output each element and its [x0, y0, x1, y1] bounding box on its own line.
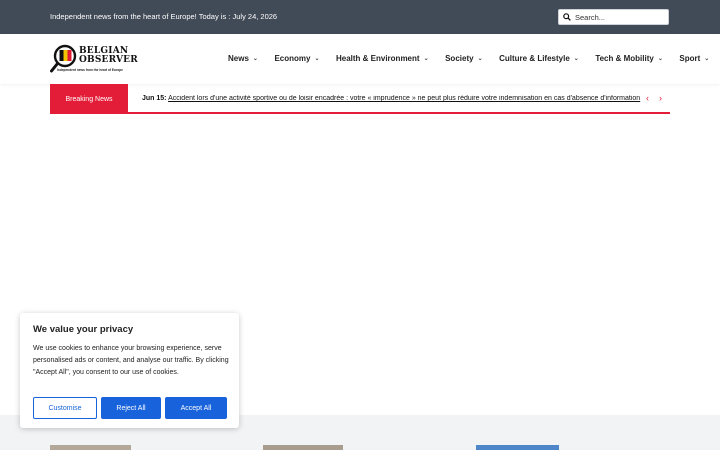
nav-item-news[interactable]: News ⌄ [228, 54, 258, 63]
chevron-down-icon: ⌄ [314, 56, 320, 62]
nav-item-label: Sport [679, 54, 701, 63]
logo-tagline: Independent news from the heart of Europ… [57, 68, 123, 72]
article-thumbnail[interactable] [263, 445, 343, 450]
search-box[interactable] [558, 9, 669, 25]
chevron-down-icon: ⌄ [704, 56, 710, 62]
nav-item-economy[interactable]: Economy ⌄ [274, 54, 319, 63]
top-bar: Independent news from the heart of Europ… [0, 0, 720, 34]
nav-item-health-environment[interactable]: Health & Environment ⌄ [336, 54, 429, 63]
breaking-news-label: Breaking News [50, 84, 128, 114]
site-logo[interactable]: BELGIAN OBSERVER Independent news from t… [50, 44, 138, 76]
cookie-text: We use cookies to enhance your browsing … [33, 345, 229, 376]
nav-item-society[interactable]: Society ⌄ [445, 54, 483, 63]
search-input[interactable] [575, 11, 665, 23]
nav-item-tech-mobility[interactable]: Tech & Mobility ⌄ [595, 54, 663, 63]
chevron-down-icon: ⌄ [423, 56, 429, 62]
news-ticker: Jun 15: Accident lors d'une activité spo… [142, 95, 642, 105]
chevron-down-icon: ⌄ [477, 56, 483, 62]
article-thumbnail[interactable] [50, 445, 131, 450]
nav-item-label: Health & Environment [335, 54, 420, 63]
search-icon[interactable] [563, 13, 571, 21]
logo-line-2: OBSERVER [79, 55, 138, 65]
chevron-down-icon: ⌄ [573, 56, 579, 62]
main-nav: News ⌄ Economy ⌄ Health & Environment ⌄ Soc… [228, 54, 720, 63]
cookie-consent-banner: We value your privacy We use cookies to … [20, 313, 239, 428]
chevron-down-icon: ⌄ [657, 56, 663, 62]
nav-item-label: Society [445, 54, 474, 63]
accept-all-button[interactable]: Accept All [165, 397, 227, 419]
chevron-left-icon[interactable]: ‹ [646, 93, 649, 103]
ticker-date: Jun 15: [142, 95, 167, 102]
nav-item-label: Culture & Lifestyle [499, 54, 570, 63]
nav-item-label: News [228, 54, 249, 63]
reject-all-button[interactable]: Reject All [101, 397, 161, 419]
chevron-right-icon[interactable]: › [659, 93, 662, 103]
nav-item-culture-lifestyle[interactable]: Culture & Lifestyle ⌄ [499, 54, 579, 63]
chevron-down-icon: ⌄ [252, 56, 258, 62]
breaking-news-bar: Breaking News Jun 15: Accident lors d'un… [50, 84, 670, 114]
customise-button[interactable]: Customise [33, 397, 97, 419]
ticker-headline-link[interactable]: Accident lors d'une activité sportive ou… [168, 95, 640, 102]
nav-item-label: Economy [274, 54, 311, 63]
article-thumbnail[interactable] [476, 445, 559, 450]
topbar-tagline: Independent news from the heart of Europ… [50, 12, 278, 21]
nav-item-sport[interactable]: Sport ⌄ [679, 54, 709, 63]
cookie-title: We value your privacy [33, 324, 134, 335]
nav-item-label: Tech & Mobility [595, 54, 654, 63]
